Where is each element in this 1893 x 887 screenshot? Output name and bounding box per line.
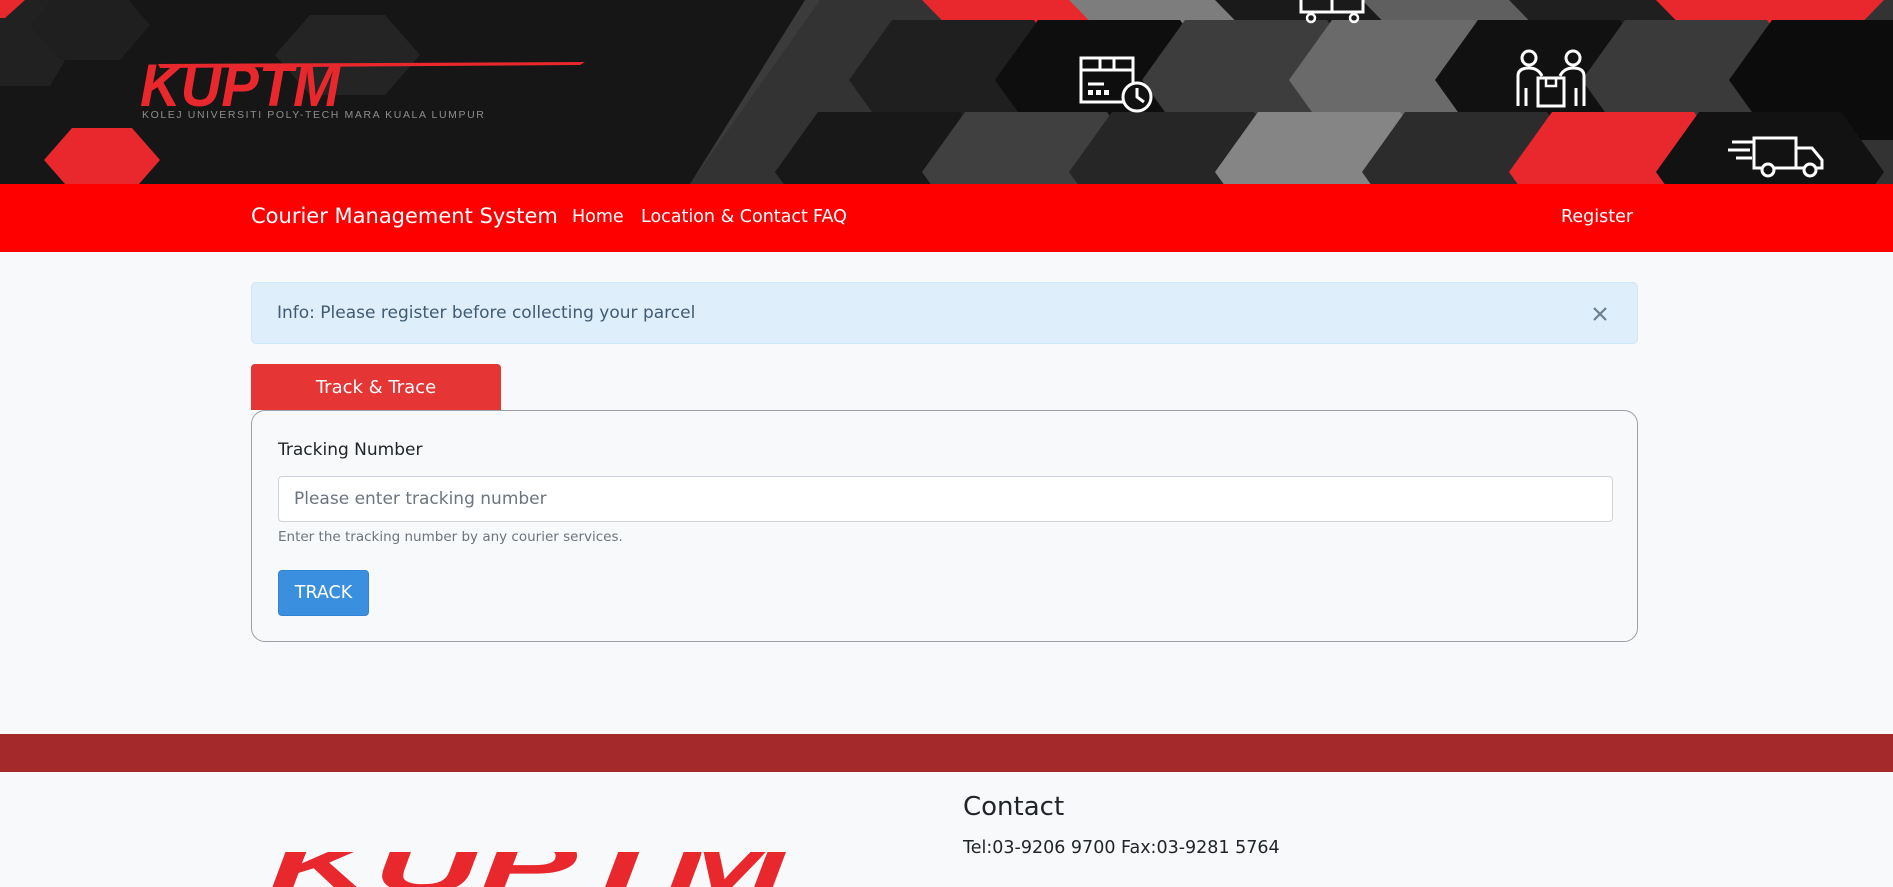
footer: KUPTM Contact Tel:03-9206 9700 Fax:03-92… (0, 772, 1893, 887)
parcel-clock-icon (1079, 56, 1153, 113)
header-banner: KUPTM KOLEJ UNIVERSITI POLY-TECH MARA KU… (0, 0, 1893, 184)
kuptm-logo: KUPTM KOLEJ UNIVERSITI POLY-TECH MARA KU… (140, 52, 590, 126)
tracking-number-input[interactable] (278, 476, 1613, 522)
nav-link-faq[interactable]: FAQ (813, 207, 847, 227)
info-alert-text: Info: Please register before collecting … (277, 303, 696, 323)
nav-link-home[interactable]: Home (572, 207, 624, 227)
delivery-cart-icon (1299, 0, 1365, 24)
contact-heading: Contact (963, 792, 1065, 822)
footer-logo-text: KUPTM (268, 852, 791, 887)
nav-link-location-contact[interactable]: Location & Contact (641, 207, 808, 227)
navbar: Courier Management System Home Location … (0, 184, 1893, 252)
tracking-card: Tracking Number Enter the tracking numbe… (251, 410, 1638, 642)
tracking-number-label: Tracking Number (278, 440, 423, 460)
footer-kuptm-logo: KUPTM (268, 790, 808, 887)
tracking-help-text: Enter the tracking number by any courier… (278, 529, 623, 545)
nav-link-register[interactable]: Register (1561, 207, 1633, 227)
track-button[interactable]: TRACK (278, 570, 369, 616)
delivery-truck-icon (1728, 136, 1824, 178)
contact-phone-fax: Tel:03-9206 9700 Fax:03-9281 5764 (963, 838, 1280, 858)
info-alert: Info: Please register before collecting … (251, 282, 1638, 344)
courier-handover-icon (1516, 49, 1586, 108)
tab-track-trace[interactable]: Track & Trace (251, 364, 501, 410)
close-icon[interactable] (1587, 298, 1613, 328)
logo-tagline: KOLEJ UNIVERSITI POLY-TECH MARA KUALA LU… (142, 109, 485, 121)
footer-divider-bar (0, 734, 1893, 772)
navbar-brand[interactable]: Courier Management System (251, 204, 558, 228)
